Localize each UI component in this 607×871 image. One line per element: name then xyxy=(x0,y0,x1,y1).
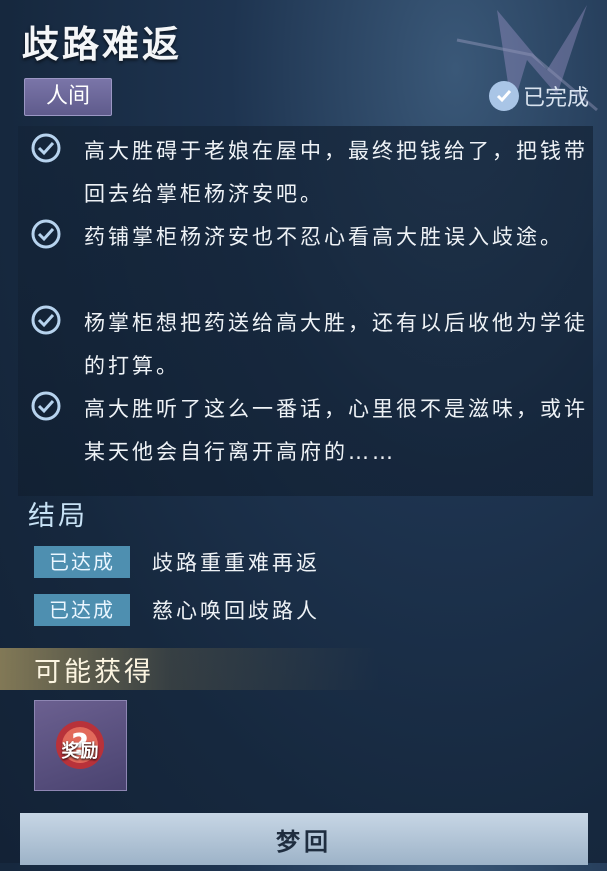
achieved-badge: 已达成 xyxy=(34,594,130,626)
check-icon xyxy=(31,219,61,249)
reward-label: 奖励 xyxy=(61,741,100,762)
progress-text: 药铺掌柜杨济安也不忍心看高大胜误入歧途。 xyxy=(84,225,564,249)
status-label: 已完成 xyxy=(522,86,589,111)
ending-row: 已达成 歧路重重难再返 xyxy=(34,546,320,578)
achieved-badge: 已达成 xyxy=(34,546,130,578)
reward-card[interactable]: ? 奖励 xyxy=(34,700,127,791)
progress-text: 高大胜碍于老娘在屋中，最终把钱给了，把钱带回去给掌柜杨济安吧。 xyxy=(84,139,588,206)
rewards-title: 可能获得 xyxy=(34,657,154,688)
check-circle-icon xyxy=(488,81,519,111)
endings-title: 结局 xyxy=(28,501,88,532)
quest-category-tag: 人间 xyxy=(24,78,112,116)
quest-title: 歧路难返 xyxy=(22,23,182,66)
ending-label: 歧路重重难再返 xyxy=(152,551,320,575)
check-icon xyxy=(31,133,61,163)
replay-button[interactable]: 梦回 xyxy=(20,813,588,865)
progress-text: 高大胜听了这么一番话，心里很不是滋味，或许某天他会自行离开高府的…… xyxy=(84,397,588,464)
progress-text: 杨掌柜想把药送给高大胜，还有以后收他为学徒的打算。 xyxy=(84,311,588,378)
check-icon xyxy=(31,305,61,335)
ending-row: 已达成 慈心唤回歧路人 xyxy=(34,594,320,626)
ending-label: 慈心唤回歧路人 xyxy=(152,599,320,623)
quest-status: 已完成 xyxy=(488,80,589,112)
check-icon xyxy=(31,391,61,421)
